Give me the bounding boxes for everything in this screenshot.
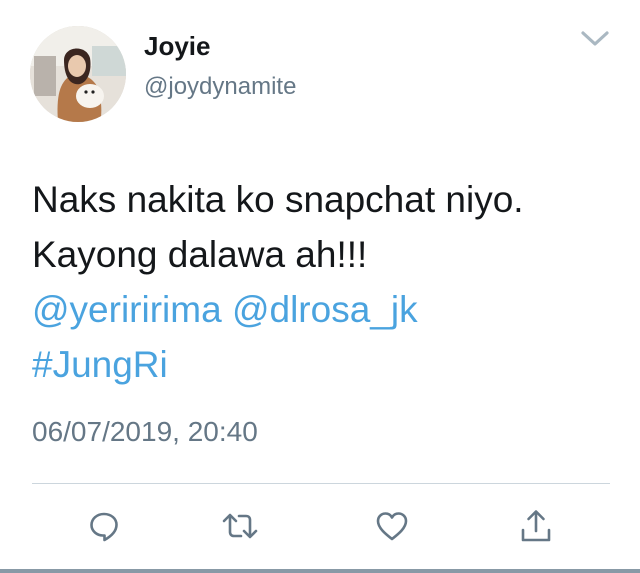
tweet-text: Naks nakita ko snapchat niyo. Kayong dal…	[32, 172, 622, 392]
mention-link[interactable]: @dlrosa_jk	[232, 289, 418, 330]
tweet-timestamp: 06/07/2019, 20:40	[32, 416, 258, 447]
tweet-card: Joyie @joydynamite Naks nakita ko snapch…	[0, 0, 640, 573]
retweet-button[interactable]	[220, 506, 260, 546]
heart-icon	[376, 512, 408, 541]
hashtag-line: #JungRi	[32, 337, 622, 392]
avatar-photo	[30, 26, 126, 122]
bottom-edge	[0, 569, 640, 573]
like-button[interactable]	[372, 506, 412, 546]
user-handle[interactable]: @joydynamite	[144, 72, 296, 102]
share-button[interactable]	[516, 506, 556, 546]
retweet-icon	[222, 513, 258, 539]
reply-button[interactable]	[84, 506, 124, 546]
tweet-text-line: Naks nakita ko snapchat niyo.	[32, 179, 524, 220]
share-icon	[521, 510, 551, 542]
chevron-down-icon[interactable]	[578, 26, 612, 52]
tweet-text-line: Kayong dalawa ah!!!	[32, 234, 368, 275]
display-name[interactable]: Joyie	[144, 30, 211, 62]
mentions-line: @yeriririma @dlrosa_jk	[32, 282, 622, 337]
avatar[interactable]	[30, 26, 126, 122]
divider	[32, 483, 610, 484]
reply-icon	[90, 512, 118, 542]
mention-link[interactable]: @yeriririma	[32, 289, 222, 330]
hashtag-link[interactable]: #JungRi	[32, 344, 168, 385]
